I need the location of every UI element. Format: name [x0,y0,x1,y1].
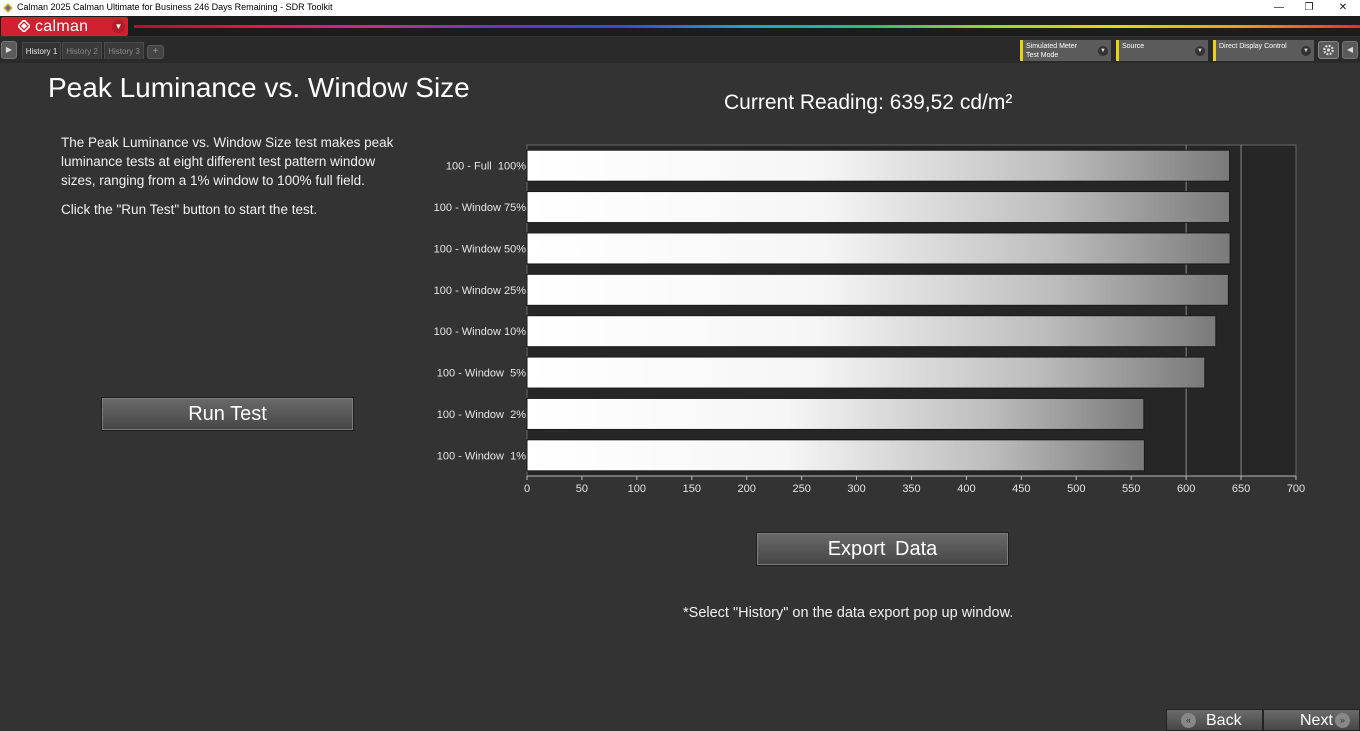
bar [526,191,1231,224]
meter-dropdown[interactable]: Simulated Meter Test Mode ▼ [1020,40,1111,61]
back-label: Back [1206,712,1242,729]
calman-app: Calman 2025 Calman Ultimate for Business… [0,0,1360,731]
bar-category-label: 100 - Window 75% [434,202,527,214]
bar [526,315,1217,348]
bar [526,273,1229,306]
x-tick-label: 500 [1067,483,1085,495]
minimize-icon[interactable]: — [1262,0,1296,16]
bar-category-label: 100 - Window 2% [437,409,526,421]
bar [526,397,1145,430]
x-tick-label: 200 [738,483,756,495]
x-tick-label: 350 [902,483,920,495]
test-instruction: Click the "Run Test" button to start the… [61,202,318,217]
bar [526,439,1145,472]
x-tick-label: 550 [1122,483,1140,495]
close-icon[interactable]: ✕ [1326,0,1360,16]
export-footnote: *Select "History" on the data export pop… [683,605,1014,621]
current-reading: Current Reading: 639,52 cd/m² [724,91,1013,114]
bar [526,149,1231,182]
tab-history-2[interactable]: History 2 [62,42,102,59]
test-description: The Peak Luminance vs. Window Size test … [61,135,394,188]
x-tick-label: 0 [524,483,530,495]
brand-bar: calman ▼ [0,16,1360,36]
x-tick-label: 650 [1232,483,1250,495]
x-tick-label: 600 [1177,483,1195,495]
add-tab-button[interactable]: + [147,45,164,59]
x-tick-label: 700 [1287,483,1305,495]
x-tick-label: 300 [847,483,865,495]
display-control-dropdown[interactable]: Direct Display Control ▼ [1213,40,1314,61]
chevron-down-icon: ▼ [1098,46,1108,56]
next-arrow-icon: » [1335,713,1350,728]
bar-category-label: 100 - Window 10% [434,326,527,338]
bar-category-label: 100 - Window 1% [437,450,526,462]
bar [526,356,1206,389]
bar-category-label: 100 - Window 5% [437,368,526,380]
calman-diamond-icon [18,20,30,32]
play-icon[interactable]: ▶ [1,41,17,59]
display-control-label: Direct Display Control [1219,43,1287,50]
restore-icon[interactable]: ❐ [1292,0,1326,16]
window-title: Calman 2025 Calman Ultimate for Business… [17,2,333,12]
chevron-down-icon: ▼ [1195,46,1205,56]
x-tick-label: 50 [576,483,588,495]
page-title: Peak Luminance vs. Window Size [48,72,470,103]
back-button[interactable]: « Back [1166,709,1263,731]
x-tick-label: 150 [683,483,701,495]
gear-icon [1323,44,1334,56]
run-test-button[interactable]: Run Test [101,397,354,431]
calman-logo-text: calman [35,18,89,35]
x-tick-label: 250 [792,483,810,495]
bar-category-label: 100 - Window 50% [434,243,527,255]
window-title-bar: Calman 2025 Calman Ultimate for Business… [0,0,1360,16]
rainbow-divider [134,25,1360,28]
source-dropdown[interactable]: Source ▼ [1116,40,1208,61]
history-tab-bar: ▶ History 1 History 2 History 3 + Simula… [0,37,1360,63]
tab-history-1[interactable]: History 1 [22,42,61,59]
export-data-button[interactable]: Export Data [756,532,1009,566]
bar-category-label: 100 - Window 25% [434,285,527,297]
x-tick-label: 400 [957,483,975,495]
calman-app-icon [3,3,13,13]
back-arrow-icon: « [1181,713,1196,728]
chevron-down-icon: ▼ [1301,46,1311,56]
bar [526,232,1231,265]
x-tick-label: 450 [1012,483,1030,495]
next-button[interactable]: Next » [1263,709,1360,731]
bar-category-label: 100 - Full 100% [446,161,526,173]
x-tick-label: 100 [628,483,646,495]
calman-logo-button[interactable]: calman ▼ [1,17,128,36]
luminance-bar-chart: 100 - Full 100% 100 - Window 75% 100 - Win… [434,144,1305,495]
chevron-down-icon[interactable]: ▼ [112,20,125,33]
collapse-left-icon[interactable]: ◀ [1342,41,1358,59]
settings-button[interactable] [1318,41,1339,59]
tab-history-3[interactable]: History 3 [104,42,144,59]
next-label: Next [1300,712,1333,729]
wizard-navigation: « Back Next » [1166,709,1360,731]
